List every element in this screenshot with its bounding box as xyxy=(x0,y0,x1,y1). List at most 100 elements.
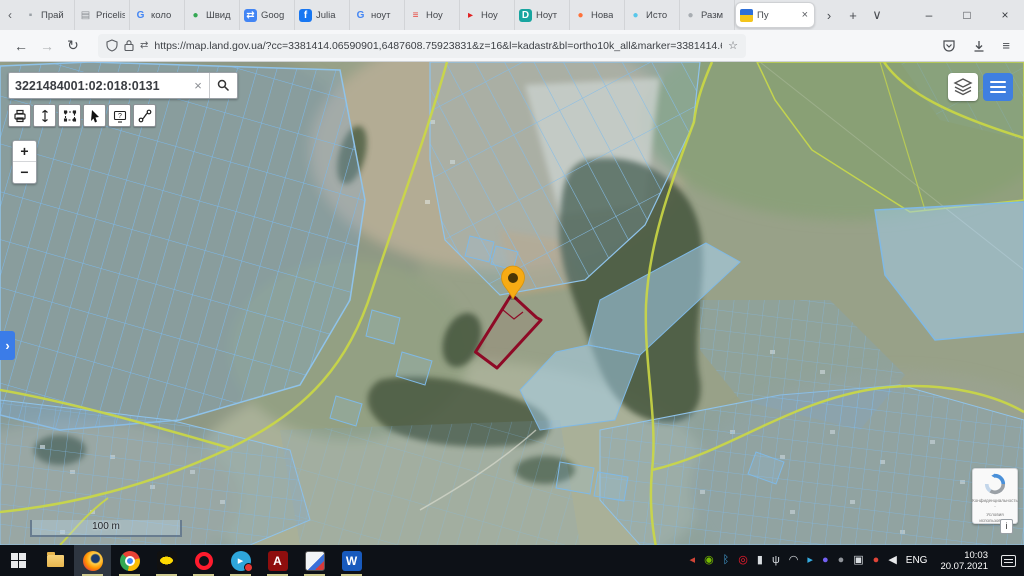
browser-tab[interactable]: ● Разм xyxy=(680,0,735,30)
tray-icon[interactable]: ● xyxy=(838,545,845,576)
action-center-icon[interactable] xyxy=(1001,555,1016,567)
print-button[interactable] xyxy=(8,104,31,127)
minimize-button[interactable]: – xyxy=(910,0,948,30)
route-icon xyxy=(138,109,152,123)
pocket-icon[interactable] xyxy=(942,39,956,53)
map-menu-button[interactable] xyxy=(983,73,1013,101)
browser-tab[interactable]: ▸ Ноу xyxy=(460,0,515,30)
url-text: https://map.land.gov.ua/?cc=3381414.0659… xyxy=(154,40,722,52)
close-button[interactable]: × xyxy=(986,0,1024,30)
search-clear-button[interactable]: × xyxy=(187,78,209,93)
route-tool-button[interactable] xyxy=(133,104,156,127)
browser-nav-bar: ← → ↻ ⇄ https://map.land.gov.ua/?cc=3381… xyxy=(0,30,1024,62)
layers-icon xyxy=(953,78,973,96)
opera-icon xyxy=(195,552,213,570)
zoom-in-button[interactable]: + xyxy=(13,141,36,162)
url-bar[interactable]: ⇄ https://map.land.gov.ua/?cc=3381414.06… xyxy=(98,34,746,58)
tray-icon[interactable]: ● xyxy=(822,545,829,576)
map-info-button[interactable]: i xyxy=(1000,519,1013,534)
measure-area-button[interactable] xyxy=(58,104,81,127)
tab-label: Исто xyxy=(646,10,667,21)
tray-icon[interactable]: ◎ xyxy=(738,545,748,576)
tray-icons: ◂ ◉ ᛒ ◎ ▮ ψ ◠ ▸ ● ● xyxy=(690,545,897,576)
browser-tab-bar: ‹ ▪ Прай ▤ Pricelist_М G коло ● xyxy=(0,0,1024,30)
browser-tab[interactable]: G ноут xyxy=(350,0,405,30)
tab-favicon: G xyxy=(134,9,147,22)
recaptcha-privacy-text: Конфиденциальность - xyxy=(972,498,1018,509)
search-button[interactable] xyxy=(209,73,237,98)
browser-tab[interactable]: ▤ Pricelist_М xyxy=(75,0,130,30)
browser-tab[interactable]: ▪ Прай xyxy=(20,0,75,30)
pointer-tool-button[interactable] xyxy=(83,104,106,127)
download-icon[interactable] xyxy=(972,39,986,53)
batman-icon xyxy=(157,551,177,571)
tab-label: Goog xyxy=(261,10,284,21)
tray-icon[interactable]: ◀ xyxy=(888,545,896,576)
active-tab-label: Пу xyxy=(757,10,769,21)
acrobat-icon: A xyxy=(268,551,288,571)
forward-button[interactable]: → xyxy=(34,38,60,54)
bookmark-star-icon[interactable]: ☆ xyxy=(728,39,738,52)
browser-tab[interactable]: ≡ Ноу xyxy=(405,0,460,30)
taskbar-acrobat[interactable]: A xyxy=(259,545,296,576)
help-button[interactable]: ? xyxy=(108,104,131,127)
measure-distance-button[interactable] xyxy=(33,104,56,127)
tab-scroll-left-button[interactable]: ‹ xyxy=(0,8,20,22)
taskbar-opera[interactable] xyxy=(185,545,222,576)
cadastral-search-input[interactable] xyxy=(9,79,187,93)
svg-text:?: ? xyxy=(118,113,122,120)
taskbar-file-explorer[interactable] xyxy=(37,545,74,576)
tray-icon[interactable]: ᛒ xyxy=(723,545,730,576)
taskbar-chrome[interactable] xyxy=(111,545,148,576)
tab-close-button[interactable]: × xyxy=(800,9,810,21)
taskbar-word[interactable]: W xyxy=(333,545,370,576)
reload-button[interactable]: ↻ xyxy=(60,37,86,54)
browser-tab[interactable]: G коло xyxy=(130,0,185,30)
side-panel-toggle[interactable]: › xyxy=(0,331,15,360)
map-viewport[interactable] xyxy=(0,62,1024,545)
browser-tab[interactable]: D Ноут xyxy=(515,0,570,30)
measure-distance-icon xyxy=(38,109,52,123)
taskbar-image-editor[interactable] xyxy=(296,545,333,576)
tab-favicon: ● xyxy=(574,9,587,22)
tray-icon[interactable]: ◠ xyxy=(789,545,799,576)
hamburger-menu-icon[interactable]: ≡ xyxy=(1002,38,1010,53)
tray-icon[interactable]: ψ xyxy=(772,545,780,576)
tab-label: Pricelist_М xyxy=(96,10,125,21)
language-indicator[interactable]: ENG xyxy=(906,555,928,566)
tab-strip: ▪ Прай ▤ Pricelist_М G коло ● Швид xyxy=(20,0,735,30)
browser-tab[interactable]: f Julia xyxy=(295,0,350,30)
taskbar-batman-app[interactable] xyxy=(148,545,185,576)
maximize-button[interactable]: □ xyxy=(948,0,986,30)
taskbar-firefox[interactable] xyxy=(74,545,111,576)
scale-bar: 100 m xyxy=(30,520,182,537)
chrome-icon xyxy=(120,551,140,571)
active-tab[interactable]: Пу × xyxy=(735,2,815,28)
tray-icon[interactable]: ▮ xyxy=(757,545,763,576)
list-all-tabs-button[interactable]: ∨ xyxy=(865,7,889,23)
tab-favicon: ● xyxy=(629,9,642,22)
windows-logo-icon xyxy=(11,553,26,568)
tray-icon[interactable]: ▸ xyxy=(807,545,813,576)
new-tab-button[interactable]: + xyxy=(841,8,865,23)
taskbar-clock[interactable]: 10:03 20.07.2021 xyxy=(936,550,988,572)
tray-icon[interactable]: ◂ xyxy=(690,545,696,576)
tab-favicon: ● xyxy=(684,9,697,22)
taskbar-telegram[interactable]: ▸ xyxy=(222,545,259,576)
layers-button[interactable] xyxy=(948,73,978,101)
tab-scroll-right-button[interactable]: › xyxy=(817,8,841,23)
zoom-out-button[interactable]: − xyxy=(13,162,36,183)
browser-tab[interactable]: ● Исто xyxy=(625,0,680,30)
tray-icon[interactable]: ● xyxy=(873,545,880,576)
browser-tab[interactable]: ● Нова xyxy=(570,0,625,30)
browser-tab[interactable]: ⇄ Goog xyxy=(240,0,295,30)
recaptcha-badge[interactable]: Конфиденциальность - Условия использован… xyxy=(972,468,1018,524)
word-icon: W xyxy=(342,551,362,571)
tab-favicon: f xyxy=(299,9,312,22)
taskbar-start-button[interactable] xyxy=(0,545,37,576)
tray-icon[interactable]: ◉ xyxy=(704,545,714,576)
tray-icon[interactable]: ▣ xyxy=(853,545,863,576)
nav-right-icons: ≡ xyxy=(942,38,1016,53)
browser-tab[interactable]: ● Швид xyxy=(185,0,240,30)
back-button[interactable]: ← xyxy=(8,38,34,54)
